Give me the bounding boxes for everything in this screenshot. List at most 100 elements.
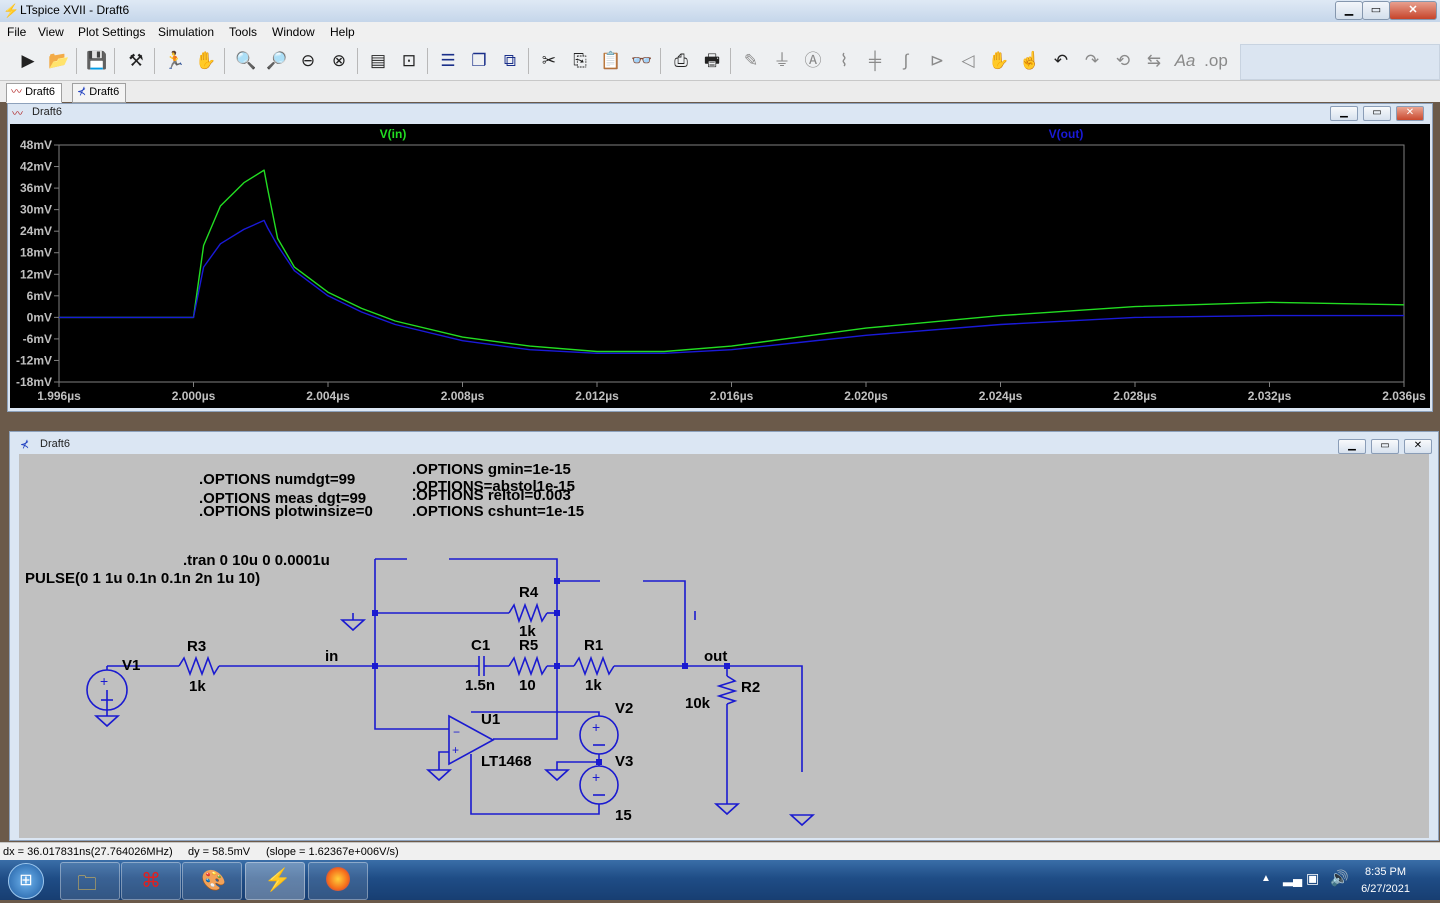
save-icon[interactable]: 💾	[85, 49, 109, 73]
maximize-button[interactable]: ▭	[1362, 1, 1390, 20]
menu-view[interactable]: View	[38, 25, 64, 39]
value-r3[interactable]: 1k	[189, 678, 206, 695]
close-button[interactable]: ✕	[1389, 1, 1437, 20]
label-r4[interactable]: R4	[519, 584, 539, 601]
value-r5[interactable]: 10	[519, 677, 536, 694]
net-label-in[interactable]: in	[325, 648, 338, 665]
undo-icon[interactable]: ↶	[1049, 49, 1073, 73]
volume-icon[interactable]: 🔊	[1330, 869, 1349, 887]
menu-help[interactable]: Help	[330, 25, 355, 39]
series-label-vout[interactable]: V(out)	[1049, 127, 1084, 141]
label-v3[interactable]: V3	[615, 753, 633, 770]
x-tick-label: 2.008µs	[441, 389, 485, 403]
pulse-spec[interactable]: PULSE(0 1 1u 0.1n 0.1n 2n 1u 10)	[25, 570, 260, 587]
directive-tran[interactable]: .tran 0 10u 0 0.0001u	[183, 552, 330, 569]
value-v3[interactable]: 15	[615, 807, 632, 824]
y-tick-label: -18mV	[16, 375, 52, 389]
zoom-fit-icon[interactable]: ⊗	[327, 49, 351, 73]
zoom-area-icon[interactable]: 🔎	[265, 49, 289, 73]
resistor-icon[interactable]: ⌇	[832, 49, 856, 73]
label-r2[interactable]: R2	[741, 679, 760, 696]
cascade-icon[interactable]: ⧉	[498, 49, 522, 73]
print-icon[interactable]: ⎙	[669, 49, 693, 73]
schematic-canvas[interactable]: .OPTIONS numdgt=99 .OPTIONS meas dgt=99 …	[19, 454, 1429, 838]
show-hidden-icons-icon[interactable]: ▲	[1261, 873, 1271, 884]
taskbar-ltspice-button[interactable]: ⚡	[245, 862, 305, 900]
label-u1[interactable]: U1	[481, 711, 500, 728]
directive-cshunt[interactable]: .OPTIONS cshunt=1e-15	[412, 503, 584, 520]
halt-icon[interactable]: 🏃	[163, 49, 187, 73]
schematic-window[interactable]: ⊀ Draft6 ▁ ▭ ✕ .OPTIONS numdgt=99 .OPTIO…	[9, 431, 1439, 841]
waveform-plot[interactable]: 1.996µs 2.000µs 2.004µs 2.008µs 2.012µs 2.016…	[10, 124, 1430, 408]
tile-vertical-icon[interactable]: ❐	[467, 49, 491, 73]
plot-maximize-button[interactable]: ▭	[1363, 106, 1391, 121]
plot-close-button[interactable]: ✕	[1396, 106, 1424, 121]
tile-horizontal-icon[interactable]: ☰	[436, 49, 460, 73]
zoom-out-icon[interactable]: ⊖	[296, 49, 320, 73]
label-c1[interactable]: C1	[471, 637, 490, 654]
menu-window[interactable]: Window	[272, 25, 315, 39]
capacitor-icon[interactable]: ╪	[863, 49, 887, 73]
waveform-window[interactable]: 〰 Draft6 ▁ ▭ ✕ 1.996µs 2.000µs 2.004µs 2.00…	[7, 103, 1433, 412]
value-r2[interactable]: 10k	[685, 695, 711, 712]
label-r3[interactable]: R3	[187, 638, 206, 655]
taskbar-firefox-button[interactable]	[308, 862, 368, 900]
find-icon[interactable]: 👓	[630, 49, 654, 73]
label-icon[interactable]: Ⓐ	[801, 49, 825, 73]
zoom-in-icon[interactable]: 🔍	[234, 49, 258, 73]
net-label-out[interactable]: out	[704, 648, 727, 665]
rotate-icon[interactable]: ⟲	[1111, 49, 1135, 73]
directive-gmin[interactable]: .OPTIONS gmin=1e-15	[412, 461, 571, 478]
system-clock[interactable]: 8:35 PM 6/27/2021	[1361, 864, 1410, 898]
schematic-close-button[interactable]: ✕	[1404, 439, 1432, 454]
taskbar-paint-button[interactable]: 🎨	[182, 862, 242, 900]
minimize-button[interactable]: ▁	[1335, 1, 1363, 20]
copy-icon[interactable]: ⎘	[568, 49, 592, 73]
label-v1[interactable]: V1	[122, 657, 140, 674]
part-u1[interactable]: LT1468	[481, 753, 532, 770]
pan-icon[interactable]: ✋	[194, 49, 218, 73]
schematic-minimize-button[interactable]: ▁	[1338, 439, 1366, 454]
network-icon[interactable]: ▂▄	[1283, 871, 1302, 887]
run-icon[interactable]: ▶	[16, 49, 40, 73]
wire-icon[interactable]: ✎	[739, 49, 763, 73]
label-r1[interactable]: R1	[584, 637, 603, 654]
menu-simulation[interactable]: Simulation	[158, 25, 214, 39]
redo-icon[interactable]: ↷	[1080, 49, 1104, 73]
value-r4[interactable]: 1k	[519, 623, 536, 640]
plot-minimize-button[interactable]: ▁	[1330, 106, 1358, 121]
directive-plotwinsize[interactable]: .OPTIONS plotwinsize=0	[199, 503, 373, 520]
print-setup-icon[interactable]: 🖶	[700, 49, 724, 73]
mirror-icon[interactable]: ⇆	[1142, 49, 1166, 73]
start-button[interactable]: ⊞	[8, 863, 44, 899]
autorange-icon[interactable]: ▤	[366, 49, 390, 73]
spice-directive-icon[interactable]: .op	[1204, 49, 1228, 73]
value-r1[interactable]: 1k	[585, 677, 602, 694]
open-icon[interactable]: 📂	[47, 49, 71, 73]
drag-icon[interactable]: ☝	[1018, 49, 1042, 73]
inductor-icon[interactable]: ∫	[894, 49, 918, 73]
move-icon[interactable]: ✋	[987, 49, 1011, 73]
tab-plot-draft6[interactable]: 〰 Draft6	[6, 83, 63, 103]
diode-icon[interactable]: ⊳	[925, 49, 949, 73]
directive-numdgt[interactable]: .OPTIONS numdgt=99	[199, 471, 355, 488]
menu-plot-settings[interactable]: Plot Settings	[78, 25, 145, 39]
schematic-maximize-button[interactable]: ▭	[1371, 439, 1399, 454]
series-label-vin[interactable]: V(in)	[380, 127, 407, 141]
control-panel-icon[interactable]: ⚒	[124, 49, 148, 73]
taskbar-explorer-button[interactable]: 🗀	[60, 862, 120, 900]
value-c1[interactable]: 1.5n	[465, 677, 495, 694]
cut-icon[interactable]: ✂	[537, 49, 561, 73]
component-icon[interactable]: ◁	[956, 49, 980, 73]
menu-file[interactable]: File	[7, 25, 26, 39]
tab-schematic-draft6[interactable]: ⊀ Draft6	[72, 83, 127, 103]
directive-reltol[interactable]: .OPTIONS reltol=0.003	[412, 487, 571, 504]
paste-icon[interactable]: 📋	[599, 49, 623, 73]
mark-icon[interactable]: ⊡	[397, 49, 421, 73]
device-icon[interactable]: ▣	[1306, 870, 1319, 887]
text-icon[interactable]: Aa	[1173, 49, 1197, 73]
label-v2[interactable]: V2	[615, 700, 633, 717]
taskbar-acrobat-button[interactable]: ⌘	[121, 862, 181, 900]
ground-icon[interactable]: ⏚	[770, 49, 794, 73]
menu-tools[interactable]: Tools	[229, 25, 257, 39]
